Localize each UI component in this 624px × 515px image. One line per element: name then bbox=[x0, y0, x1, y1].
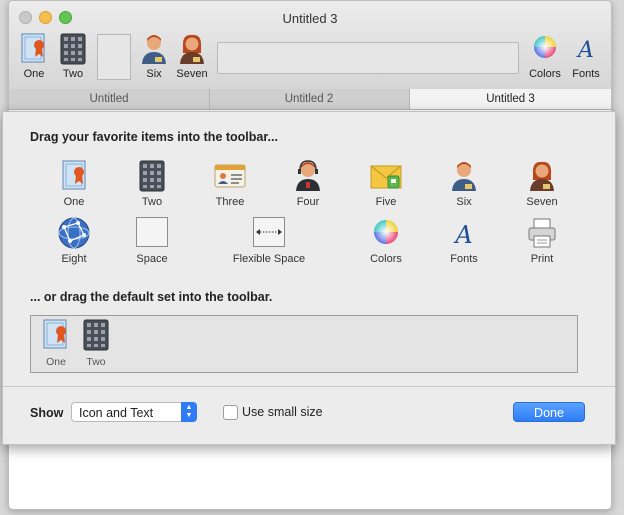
calculator-icon bbox=[139, 160, 165, 192]
updown-chevron-icon: ▲ ▼ bbox=[181, 402, 197, 422]
palette-item-label: Six bbox=[456, 196, 472, 208]
toolbar-space[interactable] bbox=[97, 34, 131, 80]
tab-untitled-3[interactable]: Untitled 3 bbox=[410, 89, 611, 109]
customize-toolbar-sheet: Drag your favorite items into the toolba… bbox=[2, 111, 616, 445]
palette-item-fonts[interactable]: A Fonts bbox=[424, 217, 504, 265]
palette-item-label: Eight bbox=[61, 253, 87, 265]
palette-item-label: Three bbox=[215, 196, 245, 208]
default-item-two[interactable]: Two bbox=[81, 319, 111, 368]
default-set-heading: ... or drag the default set into the too… bbox=[30, 290, 273, 304]
toolbar-item-two[interactable]: Two bbox=[60, 33, 86, 80]
palette-item-label: Five bbox=[375, 196, 397, 208]
certificate-icon bbox=[62, 160, 86, 190]
palette-item-label: Seven bbox=[526, 196, 558, 208]
palette-item-label: Flexible Space bbox=[232, 253, 306, 265]
palette-item-label: Colors bbox=[370, 253, 402, 265]
calculator-icon bbox=[83, 319, 109, 351]
certificate-icon bbox=[21, 33, 45, 63]
palette-item-label: One bbox=[63, 196, 85, 208]
default-item-one[interactable]: One bbox=[41, 319, 71, 368]
small-size-checkbox[interactable] bbox=[223, 405, 238, 420]
palette-item-label: Fonts bbox=[450, 253, 478, 265]
color-wheel-icon bbox=[534, 36, 556, 58]
palette-item-one[interactable]: One bbox=[34, 160, 114, 208]
person-male-icon bbox=[452, 162, 476, 191]
small-size-label[interactable]: Use small size bbox=[242, 405, 323, 419]
palette-item-six[interactable]: Six bbox=[424, 160, 504, 208]
network-globe-icon bbox=[58, 217, 90, 249]
toolbar-item-colors[interactable]: Colors bbox=[529, 33, 561, 80]
toolbar-label: Fonts bbox=[572, 68, 600, 80]
default-item-label: One bbox=[46, 356, 66, 368]
default-set-box[interactable]: One Two bbox=[30, 315, 578, 373]
toolbar-item-fonts[interactable]: A Fonts bbox=[572, 33, 600, 80]
tab-untitled[interactable]: Untitled bbox=[9, 89, 210, 109]
toolbar-item-one[interactable]: One bbox=[21, 33, 47, 80]
tab-untitled-2[interactable]: Untitled 2 bbox=[209, 89, 410, 109]
toolbar-label: Colors bbox=[529, 68, 561, 80]
font-icon: A bbox=[576, 38, 594, 63]
font-icon: A bbox=[453, 221, 472, 249]
mail-icon bbox=[370, 165, 402, 189]
default-item-label: Two bbox=[86, 356, 106, 368]
printer-icon bbox=[528, 218, 556, 248]
palette-item-space[interactable]: Space bbox=[112, 217, 192, 265]
footer-divider bbox=[3, 386, 615, 387]
person-female-icon bbox=[180, 34, 204, 64]
toolbar-flexible-space[interactable] bbox=[217, 42, 519, 74]
palette-item-label: Two bbox=[141, 196, 163, 208]
headset-person-icon bbox=[296, 160, 320, 191]
palette-item-flexible-space[interactable]: Flexible Space bbox=[229, 217, 309, 265]
show-mode-value: Icon and Text bbox=[79, 406, 154, 420]
palette-item-five[interactable]: Five bbox=[346, 160, 426, 208]
toolbar-item-six[interactable]: Six bbox=[141, 33, 167, 80]
palette-item-colors[interactable]: Colors bbox=[346, 217, 426, 265]
calculator-icon bbox=[60, 33, 86, 65]
toolbar-label: Seven bbox=[176, 68, 208, 80]
window-title: Untitled 3 bbox=[282, 11, 338, 26]
svg-text:A: A bbox=[453, 221, 472, 249]
palette-item-eight[interactable]: Eight bbox=[34, 217, 114, 265]
svg-text:A: A bbox=[576, 38, 594, 63]
palette-item-two[interactable]: Two bbox=[112, 160, 192, 208]
show-label: Show bbox=[30, 406, 64, 420]
window-titlebar: Untitled 3 One Two Six Seven Colors A Fo… bbox=[9, 1, 611, 90]
id-card-icon bbox=[214, 164, 246, 188]
palette-heading: Drag your favorite items into the toolba… bbox=[30, 130, 278, 144]
palette-item-label: Space bbox=[136, 253, 168, 265]
palette-item-three[interactable]: Three bbox=[190, 160, 270, 208]
tab-bar: Untitled Untitled 2 Untitled 3 bbox=[9, 89, 611, 110]
certificate-icon bbox=[43, 319, 67, 349]
palette-item-label: Print bbox=[530, 253, 554, 265]
show-mode-select[interactable]: Icon and Text ▲ ▼ bbox=[71, 402, 197, 422]
space-icon bbox=[136, 217, 168, 247]
person-female-icon bbox=[530, 161, 554, 191]
toolbar-label: Two bbox=[62, 68, 84, 80]
color-wheel-icon bbox=[374, 220, 398, 244]
palette-item-four[interactable]: Four bbox=[268, 160, 348, 208]
person-male-icon bbox=[142, 35, 166, 64]
palette-item-print[interactable]: Print bbox=[502, 217, 582, 265]
done-button[interactable]: Done bbox=[513, 402, 585, 422]
palette-item-seven[interactable]: Seven bbox=[502, 160, 582, 208]
toolbar-item-seven[interactable]: Seven bbox=[176, 33, 208, 80]
palette-item-label: Four bbox=[296, 196, 320, 208]
flexible-space-icon bbox=[253, 217, 285, 247]
